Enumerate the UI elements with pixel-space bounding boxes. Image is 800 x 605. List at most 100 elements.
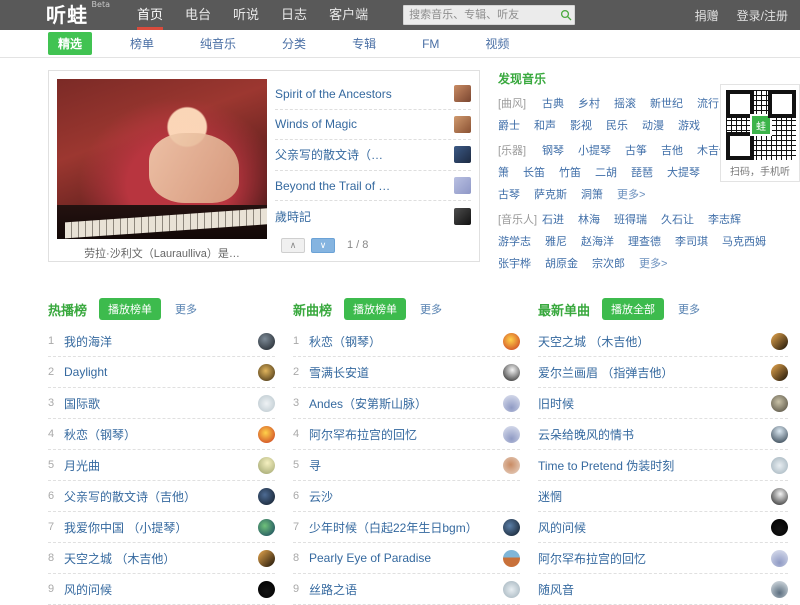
search-box[interactable] xyxy=(403,5,576,25)
track-name[interactable]: 秋恋（钢琴） xyxy=(64,426,258,443)
tag-musician[interactable]: 班得瑞 xyxy=(614,211,647,227)
track-row[interactable]: 2 Daylight xyxy=(48,357,275,388)
track-row[interactable]: 3 Andes（安第斯山脉） xyxy=(293,388,520,419)
tag-musician[interactable]: 张宇桦 xyxy=(498,255,531,271)
tag-musician[interactable]: 宗次郎 xyxy=(592,255,625,271)
track-name[interactable]: 迷惘 xyxy=(538,488,771,505)
track-name[interactable]: 风的问候 xyxy=(538,519,771,536)
track-name[interactable]: Andes（安第斯山脉） xyxy=(309,395,503,412)
track-row[interactable]: 8 Pearly Eye of Paradise xyxy=(293,543,520,574)
track-name[interactable]: 国际歌 xyxy=(64,395,258,412)
track-row[interactable]: 阿尔罕布拉宫的回忆 xyxy=(538,543,788,574)
tag-instrument[interactable]: 竹笛 xyxy=(559,164,581,180)
feature-list-item[interactable]: 父亲写的散文诗（吉他） xyxy=(275,140,471,171)
track-row[interactable]: 7 我爱你中国 （小提琴） xyxy=(48,512,275,543)
subnav-item-featured[interactable]: 精选 xyxy=(48,32,93,55)
track-name[interactable]: 风的问候 xyxy=(64,581,258,598)
nav-item-radio[interactable]: 电台 xyxy=(174,0,222,30)
subnav-item-charts[interactable]: 榜单 xyxy=(122,33,162,54)
track-row[interactable]: 6 父亲写的散文诗（吉他） xyxy=(48,481,275,512)
track-row[interactable]: 8 天空之城 （木吉他） xyxy=(48,543,275,574)
nav-item-home[interactable]: 首页 xyxy=(126,0,174,30)
chart-more-link[interactable]: 更多 xyxy=(420,301,442,317)
track-name[interactable]: 云沙 xyxy=(309,488,503,505)
nav-item-blog[interactable]: 日志 xyxy=(270,0,318,30)
play-chart-button[interactable]: 播放榜单 xyxy=(344,298,407,320)
search-input[interactable] xyxy=(404,7,559,23)
tag-genre[interactable]: 流行 xyxy=(697,95,719,111)
track-name[interactable]: 我的海洋 xyxy=(64,333,258,350)
tag-instrument[interactable]: 二胡 xyxy=(595,164,617,180)
chart-more-link[interactable]: 更多 xyxy=(678,301,700,317)
login-register-link[interactable]: 登录/注册 xyxy=(737,7,788,24)
tag-genre[interactable]: 新世纪 xyxy=(650,95,683,111)
donate-link[interactable]: 捐赠 xyxy=(695,7,719,24)
track-row[interactable]: 风的问候 xyxy=(538,512,788,543)
feature-list-item[interactable]: 歲時記 xyxy=(275,201,471,231)
track-row[interactable]: 爱尔兰画眉 （指弹吉他） xyxy=(538,357,788,388)
tag-genre[interactable]: 乡村 xyxy=(578,95,600,111)
play-all-button[interactable]: 播放全部 xyxy=(602,298,665,320)
tag-instrument[interactable]: 钢琴 xyxy=(542,142,564,158)
track-name[interactable]: 秋恋（钢琴） xyxy=(309,333,503,350)
track-name[interactable]: 天空之城 （木吉他） xyxy=(538,333,771,350)
tag-musician[interactable]: 理查德 xyxy=(628,233,661,249)
track-name[interactable]: 父亲写的散文诗（吉他） xyxy=(64,488,258,505)
tag-instrument[interactable]: 洞箫 xyxy=(581,186,603,202)
tag-genre[interactable]: 影视 xyxy=(570,117,592,133)
track-row[interactable]: 1 秋恋（钢琴） xyxy=(293,326,520,357)
subnav-item-fm[interactable]: FM xyxy=(414,35,447,53)
feature-list-item[interactable]: Spirit of the Ancestors xyxy=(275,79,471,110)
track-row[interactable]: 4 阿尔罕布拉宫的回忆 xyxy=(293,419,520,450)
track-row[interactable]: 5寻 xyxy=(293,450,520,481)
tag-musician[interactable]: 胡原金 xyxy=(545,255,578,271)
tag-musician[interactable]: 石进 xyxy=(542,211,564,227)
tag-genre[interactable]: 摇滚 xyxy=(614,95,636,111)
tag-instrument[interactable]: 古琴 xyxy=(498,186,520,202)
track-row[interactable]: 旧时候 xyxy=(538,388,788,419)
track-row[interactable]: 云朵给晚风的情书 xyxy=(538,419,788,450)
musician-more-link[interactable]: 更多> xyxy=(639,255,667,271)
nav-item-client[interactable]: 客户端 xyxy=(318,0,379,30)
tag-instrument[interactable]: 小提琴 xyxy=(578,142,611,158)
track-name[interactable]: 月光曲 xyxy=(64,457,258,474)
track-name[interactable]: 阿尔罕布拉宫的回忆 xyxy=(309,426,503,443)
tag-musician[interactable]: 游学志 xyxy=(498,233,531,249)
feature-prev-button[interactable]: ∧ xyxy=(281,237,305,253)
tag-instrument[interactable]: 长笛 xyxy=(523,164,545,180)
track-row[interactable]: 天空之城 （木吉他） xyxy=(538,326,788,357)
track-name[interactable]: 阿尔罕布拉宫的回忆 xyxy=(538,550,771,567)
track-name[interactable]: Daylight xyxy=(64,365,258,379)
feature-next-button[interactable]: ∨ xyxy=(311,237,335,253)
tag-musician[interactable]: 林海 xyxy=(578,211,600,227)
tag-genre[interactable]: 和声 xyxy=(534,117,556,133)
track-name[interactable]: Pearly Eye of Paradise xyxy=(309,551,503,565)
track-name[interactable]: 雪满长安道 xyxy=(309,364,503,381)
subnav-item-video[interactable]: 视频 xyxy=(477,33,517,54)
track-name[interactable]: 天空之城 （木吉他） xyxy=(64,550,258,567)
track-row[interactable]: 4 秋恋（钢琴） xyxy=(48,419,275,450)
feature-image[interactable] xyxy=(57,79,267,239)
track-name[interactable]: 随风音 xyxy=(538,581,771,598)
track-row[interactable]: 9 风的问候 xyxy=(48,574,275,605)
track-row[interactable]: 9 丝路之语 xyxy=(293,574,520,605)
tag-instrument[interactable]: 琵琶 xyxy=(631,164,653,180)
tag-genre[interactable]: 动漫 xyxy=(642,117,664,133)
track-name[interactable]: 丝路之语 xyxy=(309,581,503,598)
tag-musician[interactable]: 马克西姆 xyxy=(722,233,766,249)
track-name[interactable]: 云朵给晚风的情书 xyxy=(538,426,771,443)
track-row[interactable]: 7 少年时候（白起22年生日bgm） xyxy=(293,512,520,543)
feature-list-item[interactable]: Beyond the Trail of Tears（… xyxy=(275,171,471,202)
tag-musician[interactable]: 李司琪 xyxy=(675,233,708,249)
tag-genre[interactable]: 游戏 xyxy=(678,117,700,133)
track-name[interactable]: 我爱你中国 （小提琴） xyxy=(64,519,258,536)
chart-more-link[interactable]: 更多 xyxy=(175,301,197,317)
track-row[interactable]: 2 雪满长安道 xyxy=(293,357,520,388)
track-name[interactable]: 少年时候（白起22年生日bgm） xyxy=(309,519,503,536)
track-name[interactable]: 爱尔兰画眉 （指弹吉他） xyxy=(538,364,771,381)
tag-instrument[interactable]: 古筝 xyxy=(625,142,647,158)
track-row[interactable]: Time to Pretend 伪装时刻 xyxy=(538,450,788,481)
track-name[interactable]: Time to Pretend 伪装时刻 xyxy=(538,457,771,474)
tag-instrument[interactable]: 萨克斯 xyxy=(534,186,567,202)
track-row[interactable]: 1 我的海洋 xyxy=(48,326,275,357)
